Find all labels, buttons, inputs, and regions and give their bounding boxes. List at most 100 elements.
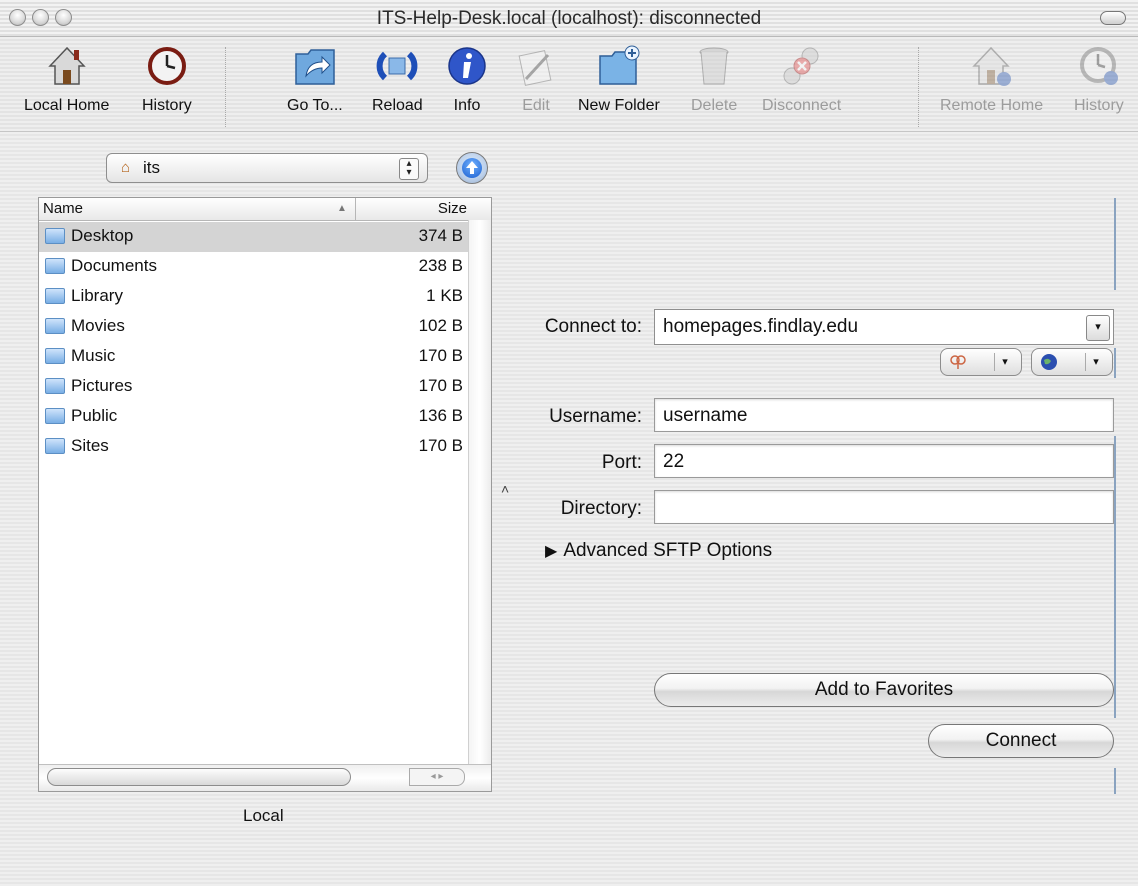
file-size: 170 B xyxy=(418,376,463,395)
connect-to-label: Connect to: xyxy=(544,316,642,337)
connect-to-combobox[interactable]: homepages.findlay.edu ▾ xyxy=(654,309,1114,345)
protocol-icon xyxy=(949,353,967,371)
edge-guide xyxy=(1114,348,1116,378)
disconnect-button[interactable]: Disconnect xyxy=(762,41,841,115)
info-button[interactable]: Info xyxy=(444,41,490,115)
parent-folder-button[interactable] xyxy=(456,152,488,184)
folder-icon xyxy=(45,348,65,364)
edge-guide xyxy=(1114,198,1116,290)
edit-button[interactable]: Edit xyxy=(513,41,559,115)
history-right-button[interactable]: History xyxy=(1074,41,1124,115)
column-header: Name ▲ Size xyxy=(39,198,491,221)
chevron-down-icon[interactable]: ▾ xyxy=(1086,315,1110,341)
encoding-popup[interactable]: ▾ xyxy=(1031,348,1113,376)
file-name: Music xyxy=(71,346,116,365)
add-to-favorites-button[interactable]: Add to Favorites xyxy=(654,673,1114,707)
title-bar: ITS-Help-Desk.local (localhost): disconn… xyxy=(0,0,1138,37)
disconnect-icon xyxy=(779,41,825,91)
house-icon xyxy=(44,41,90,91)
directory-field[interactable] xyxy=(654,490,1114,524)
file-row[interactable]: Desktop 374 B xyxy=(39,222,491,252)
file-name: Movies xyxy=(71,316,125,335)
port-field[interactable]: 22 xyxy=(654,444,1114,478)
username-label: Username: xyxy=(549,406,642,427)
port-value: 22 xyxy=(663,451,685,472)
size-column-header[interactable]: Size xyxy=(438,200,467,217)
folder-icon xyxy=(45,408,65,424)
folder-icon xyxy=(45,288,65,304)
file-list: Desktop 374 B Documents 238 B Library 1 … xyxy=(39,222,491,462)
local-path-popup[interactable]: ⌂ its ▴ ▾ xyxy=(106,153,428,183)
remote-home-button[interactable]: Remote Home xyxy=(940,41,1043,115)
file-size: 238 B xyxy=(418,256,463,275)
folder-icon xyxy=(45,438,65,454)
folder-icon xyxy=(45,258,65,274)
trash-icon xyxy=(691,41,737,91)
folder-icon xyxy=(45,378,65,394)
new-folder-button[interactable]: New Folder xyxy=(578,41,660,115)
scroll-arrows-icon[interactable]: ◂ ▸ xyxy=(409,768,465,786)
clock-icon xyxy=(144,41,190,91)
new-folder-icon xyxy=(596,41,642,91)
toolbar-toggle-button[interactable] xyxy=(1100,11,1126,25)
sort-ascending-icon: ▲ xyxy=(337,203,347,214)
file-size: 1 KB xyxy=(426,286,463,305)
disclosure-triangle-icon: ▶ xyxy=(545,543,558,560)
app-window: ITS-Help-Desk.local (localhost): disconn… xyxy=(0,0,1138,886)
up-arrow-icon xyxy=(462,158,482,178)
toolbar-separator xyxy=(225,47,226,127)
edit-icon xyxy=(513,41,559,91)
file-size: 170 B xyxy=(418,436,463,455)
goto-folder-icon xyxy=(292,41,338,91)
connect-button[interactable]: Connect xyxy=(928,724,1114,758)
info-icon xyxy=(444,41,490,91)
advanced-sftp-label: Advanced SFTP Options xyxy=(563,540,773,561)
file-row[interactable]: Music 170 B xyxy=(39,342,491,372)
local-home-button[interactable]: Local Home xyxy=(24,41,109,115)
advanced-sftp-disclosure[interactable]: ▶ Advanced SFTP Options xyxy=(545,540,772,562)
reload-button[interactable]: Reload xyxy=(372,41,423,115)
popup-arrows-icon: ▴ ▾ xyxy=(399,158,419,180)
horizontal-scroll-thumb[interactable] xyxy=(47,768,351,786)
file-size: 170 B xyxy=(418,346,463,365)
horizontal-scrollbar[interactable]: ◂ ▸ xyxy=(39,764,491,791)
file-row[interactable]: Pictures 170 B xyxy=(39,372,491,402)
edge-guide xyxy=(1114,768,1116,794)
file-size: 136 B xyxy=(418,406,463,425)
folder-icon xyxy=(45,318,65,334)
folder-icon xyxy=(45,228,65,244)
history-left-button[interactable]: History xyxy=(142,41,192,115)
delete-button[interactable]: Delete xyxy=(691,41,737,115)
username-value: username xyxy=(663,405,748,426)
remote-house-icon xyxy=(969,41,1015,91)
toolbar: Local Home History Go To... Reload Info … xyxy=(0,37,1138,132)
vertical-scrollbar[interactable] xyxy=(468,220,491,765)
split-view-handle[interactable]: ˄ xyxy=(501,481,509,497)
window-title: ITS-Help-Desk.local (localhost): disconn… xyxy=(376,8,762,29)
username-field[interactable]: username xyxy=(654,398,1114,432)
file-name: Pictures xyxy=(71,376,133,395)
file-row[interactable]: Library 1 KB xyxy=(39,282,491,312)
file-row[interactable]: Sites 170 B xyxy=(39,432,491,462)
edge-guide xyxy=(1114,436,1116,718)
file-row[interactable]: Public 136 B xyxy=(39,402,491,432)
file-row[interactable]: Movies 102 B xyxy=(39,312,491,342)
file-name: Sites xyxy=(71,436,109,455)
chevron-down-icon: ▾ xyxy=(1085,353,1106,371)
local-path-value: its xyxy=(143,158,160,177)
directory-label: Directory: xyxy=(560,498,642,519)
file-size: 102 B xyxy=(418,316,463,335)
name-column-header[interactable]: Name xyxy=(43,200,83,217)
connect-to-value: homepages.findlay.edu xyxy=(663,316,859,337)
file-name: Desktop xyxy=(71,226,134,245)
home-folder-icon: ⌂ xyxy=(121,159,131,176)
protocol-popup[interactable]: ▾ xyxy=(940,348,1022,376)
file-row[interactable]: Documents 238 B xyxy=(39,252,491,282)
port-label: Port: xyxy=(601,452,642,473)
local-file-browser: Name ▲ Size Desktop 374 B Documents 238 … xyxy=(38,197,492,792)
toolbar-separator xyxy=(918,47,919,127)
column-divider[interactable] xyxy=(355,198,356,220)
globe-icon xyxy=(1040,353,1058,371)
goto-button[interactable]: Go To... xyxy=(287,41,343,115)
file-size: 374 B xyxy=(418,226,463,245)
